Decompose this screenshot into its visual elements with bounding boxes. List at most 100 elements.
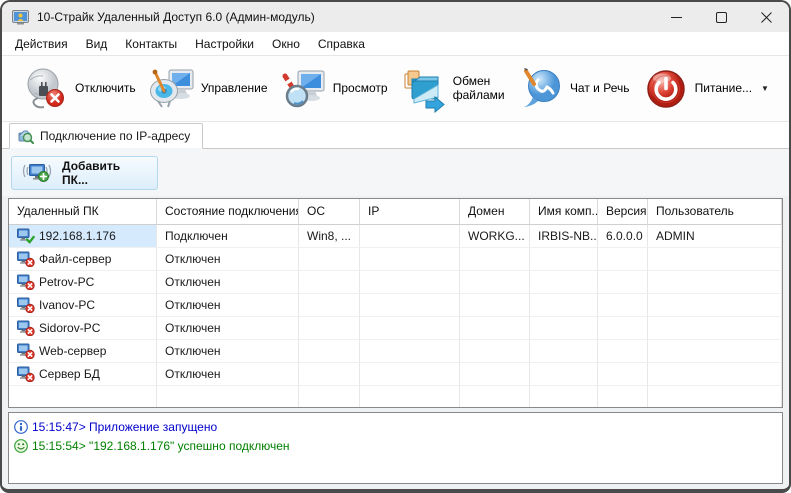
table-row[interactable]: Сервер БДОтключен <box>9 363 782 386</box>
pc-connected-icon <box>17 228 35 244</box>
cell-name[interactable]: 192.168.1.176 <box>9 225 157 248</box>
disconnect-button[interactable]: Отключить <box>18 62 140 116</box>
table-row[interactable]: 192.168.1.176ПодключенWin8, ...WORKG...I… <box>9 225 782 248</box>
log-entry-text: 15:15:47> Приложение запущено <box>32 420 217 434</box>
tab-ip-connection[interactable]: Подключение по IP-адресу <box>9 123 203 149</box>
column-header-os[interactable]: ОС <box>299 199 360 225</box>
menu-item-help[interactable]: Справка <box>309 34 374 54</box>
cell-ip <box>360 363 460 386</box>
window-title: 10-Страйк Удаленный Доступ 6.0 (Админ-мо… <box>37 10 315 24</box>
cell-os <box>299 294 360 317</box>
cell-computer: IRBIS-NB... <box>530 225 598 248</box>
filler-cell <box>157 386 299 407</box>
close-button[interactable] <box>744 2 789 32</box>
cell-version <box>598 271 648 294</box>
toolbar: Отключить Управление Просмотр Обмен файлами… <box>2 56 789 122</box>
cell-name[interactable]: Файл-сервер <box>9 248 157 271</box>
window-controls <box>654 2 789 32</box>
cell-status: Подключен <box>157 225 299 248</box>
cell-name[interactable]: Sidorov-PC <box>9 317 157 340</box>
pc-disconnected-icon <box>17 297 35 313</box>
column-header-version[interactable]: Версия <box>598 199 648 225</box>
menu-item-contacts[interactable]: Контакты <box>116 34 186 54</box>
column-header-user[interactable]: Пользователь <box>648 199 782 225</box>
title-bar: 10-Страйк Удаленный Доступ 6.0 (Админ-мо… <box>2 2 789 32</box>
chat-icon <box>517 65 565 113</box>
cell-os <box>299 317 360 340</box>
cell-computer <box>530 317 598 340</box>
add-pc-button[interactable]: Добавить ПК... <box>11 156 158 190</box>
file-exchange-icon <box>400 65 448 113</box>
tab-strip: Подключение по IP-адресу <box>2 122 789 149</box>
view-button-label: Просмотр <box>333 82 388 96</box>
filler-cell <box>9 386 157 407</box>
app-window: 10-Страйк Удаленный Доступ 6.0 (Админ-мо… <box>0 0 791 493</box>
action-panel: Добавить ПК... <box>2 149 789 196</box>
menu-item-window[interactable]: Окно <box>263 34 309 54</box>
filler-cell <box>598 386 648 407</box>
cell-ip <box>360 248 460 271</box>
cell-status: Отключен <box>157 248 299 271</box>
cell-domain <box>460 248 530 271</box>
column-header-status[interactable]: Состояние подключения <box>157 199 299 225</box>
cell-computer <box>530 271 598 294</box>
cell-domain: WORKG... <box>460 225 530 248</box>
cell-name[interactable]: Сервер БД <box>9 363 157 386</box>
maximize-button[interactable] <box>699 2 744 32</box>
column-header-ip[interactable]: IP <box>360 199 460 225</box>
cell-version: 6.0.0.0 <box>598 225 648 248</box>
table-body: 192.168.1.176ПодключенWin8, ...WORKG...I… <box>9 225 782 407</box>
cell-version <box>598 363 648 386</box>
tab-label: Подключение по IP-адресу <box>40 129 190 143</box>
view-icon <box>280 65 328 113</box>
column-header-computer[interactable]: Имя комп... <box>530 199 598 225</box>
table-row[interactable]: Файл-серверОтключен <box>9 248 782 271</box>
cell-os <box>299 271 360 294</box>
cell-name[interactable]: Petrov-PC <box>9 271 157 294</box>
power-button[interactable]: Питание...▼ <box>638 62 773 116</box>
filler-cell <box>530 386 598 407</box>
table-row[interactable]: Sidorov-PCОтключен <box>9 317 782 340</box>
table-row[interactable]: Web-серверОтключен <box>9 340 782 363</box>
cell-ip <box>360 225 460 248</box>
info-icon <box>14 420 28 434</box>
chat-button[interactable]: Чат и Речь <box>513 62 634 116</box>
cell-version <box>598 317 648 340</box>
menu-item-settings[interactable]: Настройки <box>186 34 263 54</box>
cell-status: Отключен <box>157 271 299 294</box>
filler-cell <box>360 386 460 407</box>
add-pc-icon <box>22 161 52 184</box>
cell-version <box>598 248 648 271</box>
log-entry: 15:15:47> Приложение запущено <box>14 417 777 436</box>
pc-disconnected-icon <box>17 320 35 336</box>
pc-disconnected-icon <box>17 274 35 290</box>
cell-domain <box>460 363 530 386</box>
maximize-icon <box>716 12 727 23</box>
pc-name: Sidorov-PC <box>39 317 100 339</box>
cell-domain <box>460 294 530 317</box>
cell-os <box>299 340 360 363</box>
table-row[interactable]: Ivanov-PCОтключен <box>9 294 782 317</box>
pc-name: Petrov-PC <box>39 271 94 293</box>
management-button[interactable]: Управление <box>144 62 272 116</box>
cell-domain <box>460 271 530 294</box>
cell-ip <box>360 340 460 363</box>
minimize-button[interactable] <box>654 2 699 32</box>
view-button[interactable]: Просмотр <box>276 62 392 116</box>
disconnect-button-label: Отключить <box>75 82 136 96</box>
table-row[interactable]: Petrov-PC Отключен <box>9 271 782 294</box>
column-header-domain[interactable]: Домен <box>460 199 530 225</box>
cell-version <box>598 340 648 363</box>
cell-ip <box>360 317 460 340</box>
cell-name[interactable]: Web-сервер <box>9 340 157 363</box>
pc-name: 192.168.1.176 <box>39 225 116 247</box>
column-header-name[interactable]: Удаленный ПК <box>9 199 157 225</box>
cell-name[interactable]: Ivanov-PC <box>9 294 157 317</box>
menu-item-actions[interactable]: Действия <box>6 34 77 54</box>
minimize-icon <box>671 12 682 23</box>
menu-item-view[interactable]: Вид <box>77 34 117 54</box>
file-exchange-button[interactable]: Обмен файлами <box>396 62 509 116</box>
cell-user <box>648 317 782 340</box>
filler-cell <box>648 386 782 407</box>
remote-pc-table: Удаленный ПКСостояние подключенияОСIPДом… <box>8 198 783 408</box>
